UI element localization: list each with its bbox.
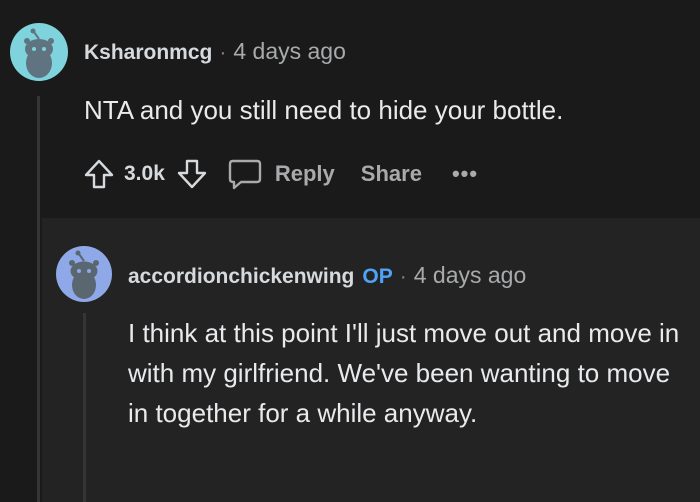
- op-badge: OP: [362, 265, 393, 288]
- upvote-icon: [84, 159, 114, 189]
- snoo-avatar-icon: [69, 250, 99, 299]
- more-options-icon[interactable]: •••: [452, 161, 478, 187]
- timestamp[interactable]: 4 days ago: [233, 38, 346, 65]
- upvote-button[interactable]: [82, 157, 116, 191]
- comment-bubble-icon: [228, 159, 262, 190]
- snoo-avatar-icon: [24, 28, 54, 78]
- downvote-icon: [177, 159, 207, 189]
- reply-timestamp[interactable]: 4 days ago: [414, 262, 527, 289]
- reply-label: Reply: [274, 161, 335, 186]
- vote-score: 3.0k: [124, 162, 165, 185]
- thread-collapse-line[interactable]: [37, 96, 40, 502]
- reply-avatar[interactable]: [56, 246, 112, 302]
- share-button[interactable]: Share: [361, 161, 422, 187]
- reply-meta: accordionchickenwing OP · 4 days ago: [128, 262, 526, 289]
- comment-body: NTA and you still need to hide your bott…: [84, 95, 564, 125]
- reply-thread-collapse-line[interactable]: [83, 313, 86, 502]
- comment-actions: 3.0k Reply Share •••: [82, 152, 478, 196]
- reply-button[interactable]: Reply: [227, 157, 335, 191]
- downvote-button[interactable]: [175, 157, 209, 191]
- reply-username[interactable]: accordionchickenwing: [128, 265, 354, 289]
- comment-meta: Ksharonmcg · 4 days ago: [84, 38, 346, 65]
- meta-separator: ·: [399, 265, 407, 288]
- avatar[interactable]: [10, 23, 68, 81]
- reply-body: I think at this point I'll just move out…: [128, 318, 680, 428]
- username[interactable]: Ksharonmcg: [84, 41, 212, 65]
- meta-separator: ·: [219, 41, 227, 64]
